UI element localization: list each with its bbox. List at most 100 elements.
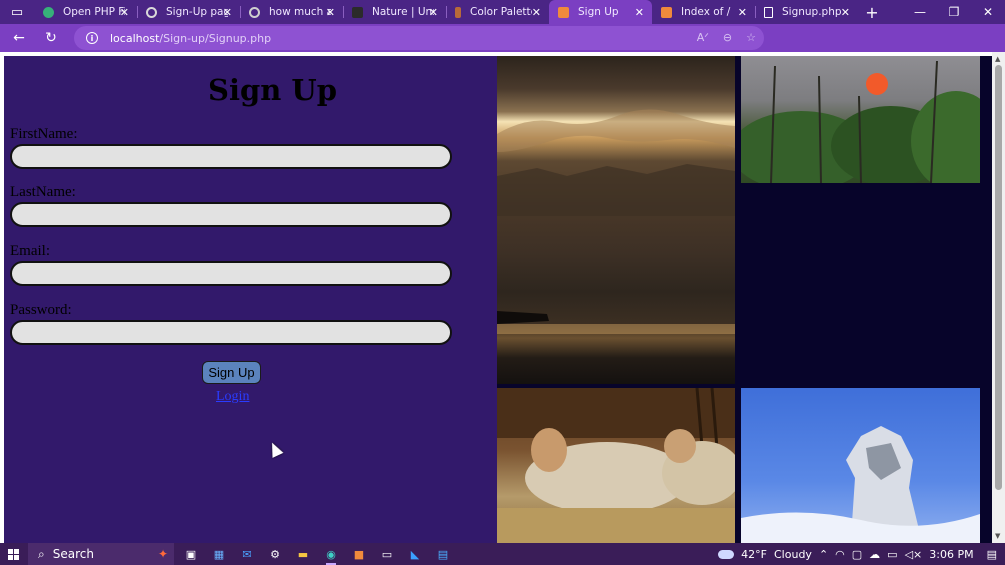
tab-signup-php[interactable]: Signup.php ✕: [755, 0, 858, 24]
back-icon[interactable]: ←: [3, 30, 35, 46]
tab-sign-up[interactable]: Sign Up ✕: [549, 0, 652, 24]
tab-favicon-icon: [43, 6, 54, 18]
window-controls: — ❐ ✕: [903, 0, 1005, 24]
address-toolbar: ← ↻ i localhost/Sign-up/Signup.php Aᐟ ⊖ …: [0, 24, 1005, 70]
system-tray: 42°F Cloudy ⌃ ◠ ▢ ☁ ▭ ◁× 3:06 PM ▤: [718, 543, 1005, 565]
close-tab-icon[interactable]: ✕: [841, 6, 850, 19]
zoom-out-icon[interactable]: ⊖: [723, 31, 732, 44]
close-tab-icon[interactable]: ✕: [429, 6, 438, 19]
tab-title: Index of /: [681, 6, 731, 18]
xampp-icon: [558, 6, 569, 18]
close-tab-icon[interactable]: ✕: [223, 6, 232, 19]
trees-photo-overlay: [741, 60, 980, 183]
refresh-icon[interactable]: ↻: [35, 30, 67, 46]
firstname-input[interactable]: [10, 144, 452, 169]
task-view-icon[interactable]: ▣: [180, 543, 202, 565]
wifi-icon[interactable]: ◠: [835, 548, 845, 561]
vscode-icon[interactable]: ◣: [404, 543, 426, 565]
tab-actions-icon[interactable]: ▭: [0, 0, 34, 24]
new-tab-button[interactable]: +: [858, 0, 886, 24]
weather-cloud-icon: [718, 549, 735, 559]
firstname-label: FirstName:: [10, 126, 78, 142]
signup-page: Sign Up FirstName: LastName: Email: Pass…: [4, 56, 992, 543]
taskbar-apps: ▣ ▦ ✉ ⚙ ▬ ◉ ■ ▭ ◣ ▤: [180, 543, 454, 565]
scroll-down-icon[interactable]: ▼: [995, 532, 1000, 540]
xampp-app-icon[interactable]: ■: [348, 543, 370, 565]
edge-browser-icon[interactable]: ◉: [320, 543, 342, 565]
gallery-image-sunset: [497, 56, 735, 384]
restore-icon[interactable]: ❐: [937, 0, 971, 24]
tab-title: Nature | Unsplash: [372, 6, 434, 18]
app-icon[interactable]: ▤: [432, 543, 454, 565]
close-tab-icon[interactable]: ✕: [635, 6, 644, 19]
search-label: Search: [52, 547, 94, 561]
google-icon: [249, 6, 260, 18]
windows-taskbar: ⌕ Search ✦ ▣ ▦ ✉ ⚙ ▬ ◉ ■ ▭ ◣ ▤ 42°F Clou…: [0, 543, 1005, 565]
settings-icon[interactable]: ⚙: [264, 543, 286, 565]
tab-favicon-icon: [455, 6, 461, 18]
url-path: /Sign-up/Signup.php: [159, 31, 272, 45]
lastname-label: LastName:: [10, 184, 76, 200]
start-button[interactable]: [0, 543, 26, 565]
taskbar-search[interactable]: ⌕ Search ✦: [28, 543, 174, 565]
tab-title: Color Palettes: [470, 6, 532, 18]
login-link[interactable]: Login: [216, 389, 249, 405]
chevron-up-icon[interactable]: ⌃: [819, 548, 828, 561]
page-viewport: Sign Up FirstName: LastName: Email: Pass…: [0, 52, 1005, 543]
read-aloud-icon[interactable]: Aᐟ: [697, 31, 709, 44]
minimize-icon[interactable]: —: [903, 0, 937, 24]
tab-title: Sign Up: [578, 6, 619, 18]
tab-index-of[interactable]: Index of / ✕: [652, 0, 755, 24]
gallery-image-sheep: [497, 388, 735, 543]
tab-title: Sign-Up page: [166, 6, 228, 18]
file-explorer-icon[interactable]: ▬: [292, 543, 314, 565]
weather-desc[interactable]: Cloudy: [774, 548, 812, 561]
tab-color-palettes[interactable]: Color Palettes ✕: [446, 0, 549, 24]
sheep-photo-overlay: [497, 388, 735, 543]
close-tab-icon[interactable]: ✕: [326, 6, 335, 19]
address-bar[interactable]: i localhost/Sign-up/Signup.php Aᐟ ⊖ ☆: [74, 26, 764, 50]
search-icon: ⌕: [38, 546, 45, 561]
xampp-icon: [661, 6, 672, 18]
clock[interactable]: 3:06 PM: [929, 548, 973, 561]
password-label: Password:: [10, 302, 72, 318]
weather-temp[interactable]: 42°F: [741, 548, 767, 561]
tab-open-php-file[interactable]: Open PHP File ✕: [34, 0, 137, 24]
battery-icon[interactable]: ▭: [887, 548, 897, 561]
gallery-image-trees: [741, 56, 980, 183]
document-icon: [764, 6, 773, 18]
speaker-muted-icon[interactable]: ◁×: [905, 548, 923, 561]
email-input[interactable]: [10, 261, 452, 286]
mail-icon[interactable]: ✉: [236, 543, 258, 565]
image-gallery: [497, 56, 992, 543]
address-bar-tools: Aᐟ ⊖ ☆: [697, 31, 756, 44]
sign-up-button[interactable]: Sign Up: [202, 361, 261, 384]
tab-nature-unsplash[interactable]: Nature | Unsplash ✕: [343, 0, 446, 24]
tab-title: how much are: [269, 6, 331, 18]
tab-title: Open PHP File: [63, 6, 125, 18]
tab-how-much-are[interactable]: how much are ✕: [240, 0, 343, 24]
url-host: localhost: [110, 31, 160, 45]
scroll-thumb[interactable]: [995, 65, 1002, 490]
close-tab-icon[interactable]: ✕: [532, 6, 541, 19]
tab-favicon-icon: [146, 6, 157, 18]
tab-title: Signup.php: [782, 6, 842, 18]
tab-sign-up-page[interactable]: Sign-Up page ✕: [137, 0, 240, 24]
terminal-icon[interactable]: ▭: [376, 543, 398, 565]
site-info-icon[interactable]: i: [86, 32, 98, 44]
search-highlight-icon: ✦: [157, 547, 168, 561]
page-scrollbar[interactable]: ▲ ▼: [992, 52, 1005, 543]
lastname-input[interactable]: [10, 202, 452, 227]
unsplash-icon: [352, 6, 363, 18]
notifications-icon[interactable]: ▤: [987, 548, 997, 561]
onedrive-icon[interactable]: ☁: [869, 548, 880, 561]
close-tab-icon[interactable]: ✕: [738, 6, 747, 19]
close-window-icon[interactable]: ✕: [971, 0, 1005, 24]
add-favorite-icon[interactable]: ☆: [746, 31, 756, 44]
network-icon[interactable]: ▢: [852, 548, 862, 561]
password-input[interactable]: [10, 320, 452, 345]
scroll-up-icon[interactable]: ▲: [995, 55, 1000, 63]
close-tab-icon[interactable]: ✕: [120, 6, 129, 19]
windows-logo-icon: [7, 548, 19, 560]
microsoft-store-icon[interactable]: ▦: [208, 543, 230, 565]
